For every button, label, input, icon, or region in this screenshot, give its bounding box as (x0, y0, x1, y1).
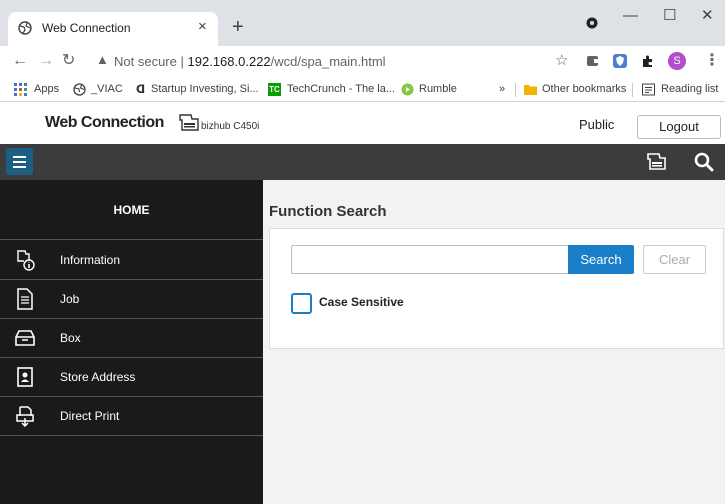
bookmarks-bar: Apps _VIAC ᗡ Startup Investing, Si... TC… (0, 78, 725, 102)
menu-icon[interactable] (6, 148, 33, 175)
folder-icon (524, 85, 537, 95)
extension-icon[interactable] (585, 53, 601, 69)
sidebar: HOME Information Job Box Store Address D… (0, 180, 263, 504)
user-name: Public (579, 117, 615, 132)
case-sensitive-label: Case Sensitive (319, 295, 404, 309)
apps-grid-icon[interactable] (14, 83, 27, 96)
techcrunch-icon: TC (268, 83, 281, 96)
globe-icon (73, 83, 86, 96)
not-secure-label: Not secure (114, 54, 177, 69)
menu-dots-icon[interactable]: ⋮ (704, 51, 720, 71)
box-icon (15, 330, 35, 346)
reading-list[interactable]: Reading list (661, 83, 718, 95)
brand-title: Web Connection (45, 114, 164, 131)
app-header: Web Connection bizhub C450i Public Logou… (0, 102, 725, 144)
search-icon[interactable] (694, 152, 714, 172)
warning-icon: ▲ (96, 52, 109, 67)
forward-icon[interactable]: → (38, 51, 54, 71)
browser-tab[interactable]: Web Connection × (8, 12, 218, 46)
bookmark-separator (632, 83, 633, 97)
browser-titlebar: Web Connection × + — ☐ ✕ (0, 0, 725, 46)
tab-close-icon[interactable]: × (198, 19, 207, 35)
bookmark-separator (515, 83, 516, 97)
bookmark-techcrunch[interactable]: TechCrunch - The la... (287, 83, 395, 95)
top-nav-bar (0, 144, 725, 180)
function-search-panel: Search Clear Case Sensitive (269, 228, 724, 349)
close-window-icon[interactable]: ✕ (701, 8, 714, 24)
sidebar-item-store-address[interactable]: Store Address (0, 358, 263, 397)
star-icon[interactable]: ☆ (555, 51, 568, 71)
startup-investing-icon: ᗡ (136, 84, 146, 96)
information-icon (17, 250, 35, 271)
sidebar-item-label: Information (60, 253, 121, 267)
bookmark-viac[interactable]: _VIAC (91, 83, 123, 95)
sidebar-home[interactable]: HOME (0, 180, 263, 240)
address-bar[interactable]: ▲ Not secure | 192.168.0.222/wcd/spa_mai… (90, 50, 558, 74)
logout-button[interactable]: Logout (637, 115, 721, 139)
printer-icon[interactable] (646, 152, 668, 172)
model-name: bizhub C450i (201, 121, 260, 132)
maximize-icon[interactable]: ☐ (663, 8, 676, 24)
url-host: 192.168.0.222 (187, 54, 271, 69)
new-tab-button[interactable]: + (232, 17, 244, 37)
store-address-icon (17, 367, 33, 387)
puzzle-icon[interactable] (640, 53, 656, 69)
url-separator: | (180, 54, 184, 69)
bookmark-rumble[interactable]: Rumble (419, 83, 457, 95)
browser-toolbar: ← → ↻ ▲ Not secure | 192.168.0.222/wcd/s… (0, 46, 725, 78)
globe-icon (18, 21, 32, 35)
bookmark-apps[interactable]: Apps (34, 83, 59, 95)
media-indicator-icon[interactable] (586, 17, 598, 29)
profile-avatar[interactable]: S (668, 52, 686, 70)
bookmark-startup-investing[interactable]: Startup Investing, Si... (151, 83, 259, 95)
reload-icon[interactable]: ↻ (62, 51, 75, 71)
sidebar-item-label: Job (60, 292, 80, 306)
back-icon[interactable]: ← (12, 51, 28, 71)
sidebar-item-information[interactable]: Information (0, 241, 263, 280)
sidebar-item-box[interactable]: Box (0, 319, 263, 358)
sidebar-item-label: Direct Print (60, 409, 120, 423)
job-icon (17, 288, 33, 310)
other-bookmarks[interactable]: Other bookmarks (542, 83, 626, 95)
search-input[interactable] (291, 245, 568, 274)
direct-print-icon (16, 406, 34, 427)
sidebar-item-job[interactable]: Job (0, 280, 263, 319)
minimize-icon[interactable]: — (623, 8, 638, 24)
shield-extension-icon[interactable] (612, 53, 628, 69)
printer-icon (179, 114, 199, 131)
reading-list-icon (642, 83, 655, 96)
sidebar-item-label: Store Address (60, 370, 136, 384)
case-sensitive-checkbox[interactable] (291, 293, 312, 314)
bookmarks-overflow-icon[interactable]: » (499, 83, 505, 95)
page-title: Function Search (269, 203, 387, 220)
sidebar-item-label: Box (60, 331, 81, 345)
sidebar-item-direct-print[interactable]: Direct Print (0, 397, 263, 436)
url-path: /wcd/spa_main.html (270, 54, 386, 69)
tab-title: Web Connection (42, 21, 131, 35)
rumble-icon (401, 83, 414, 96)
main-content: Function Search Search Clear Case Sensit… (263, 180, 725, 504)
clear-button[interactable]: Clear (643, 245, 706, 274)
search-button[interactable]: Search (568, 245, 634, 274)
